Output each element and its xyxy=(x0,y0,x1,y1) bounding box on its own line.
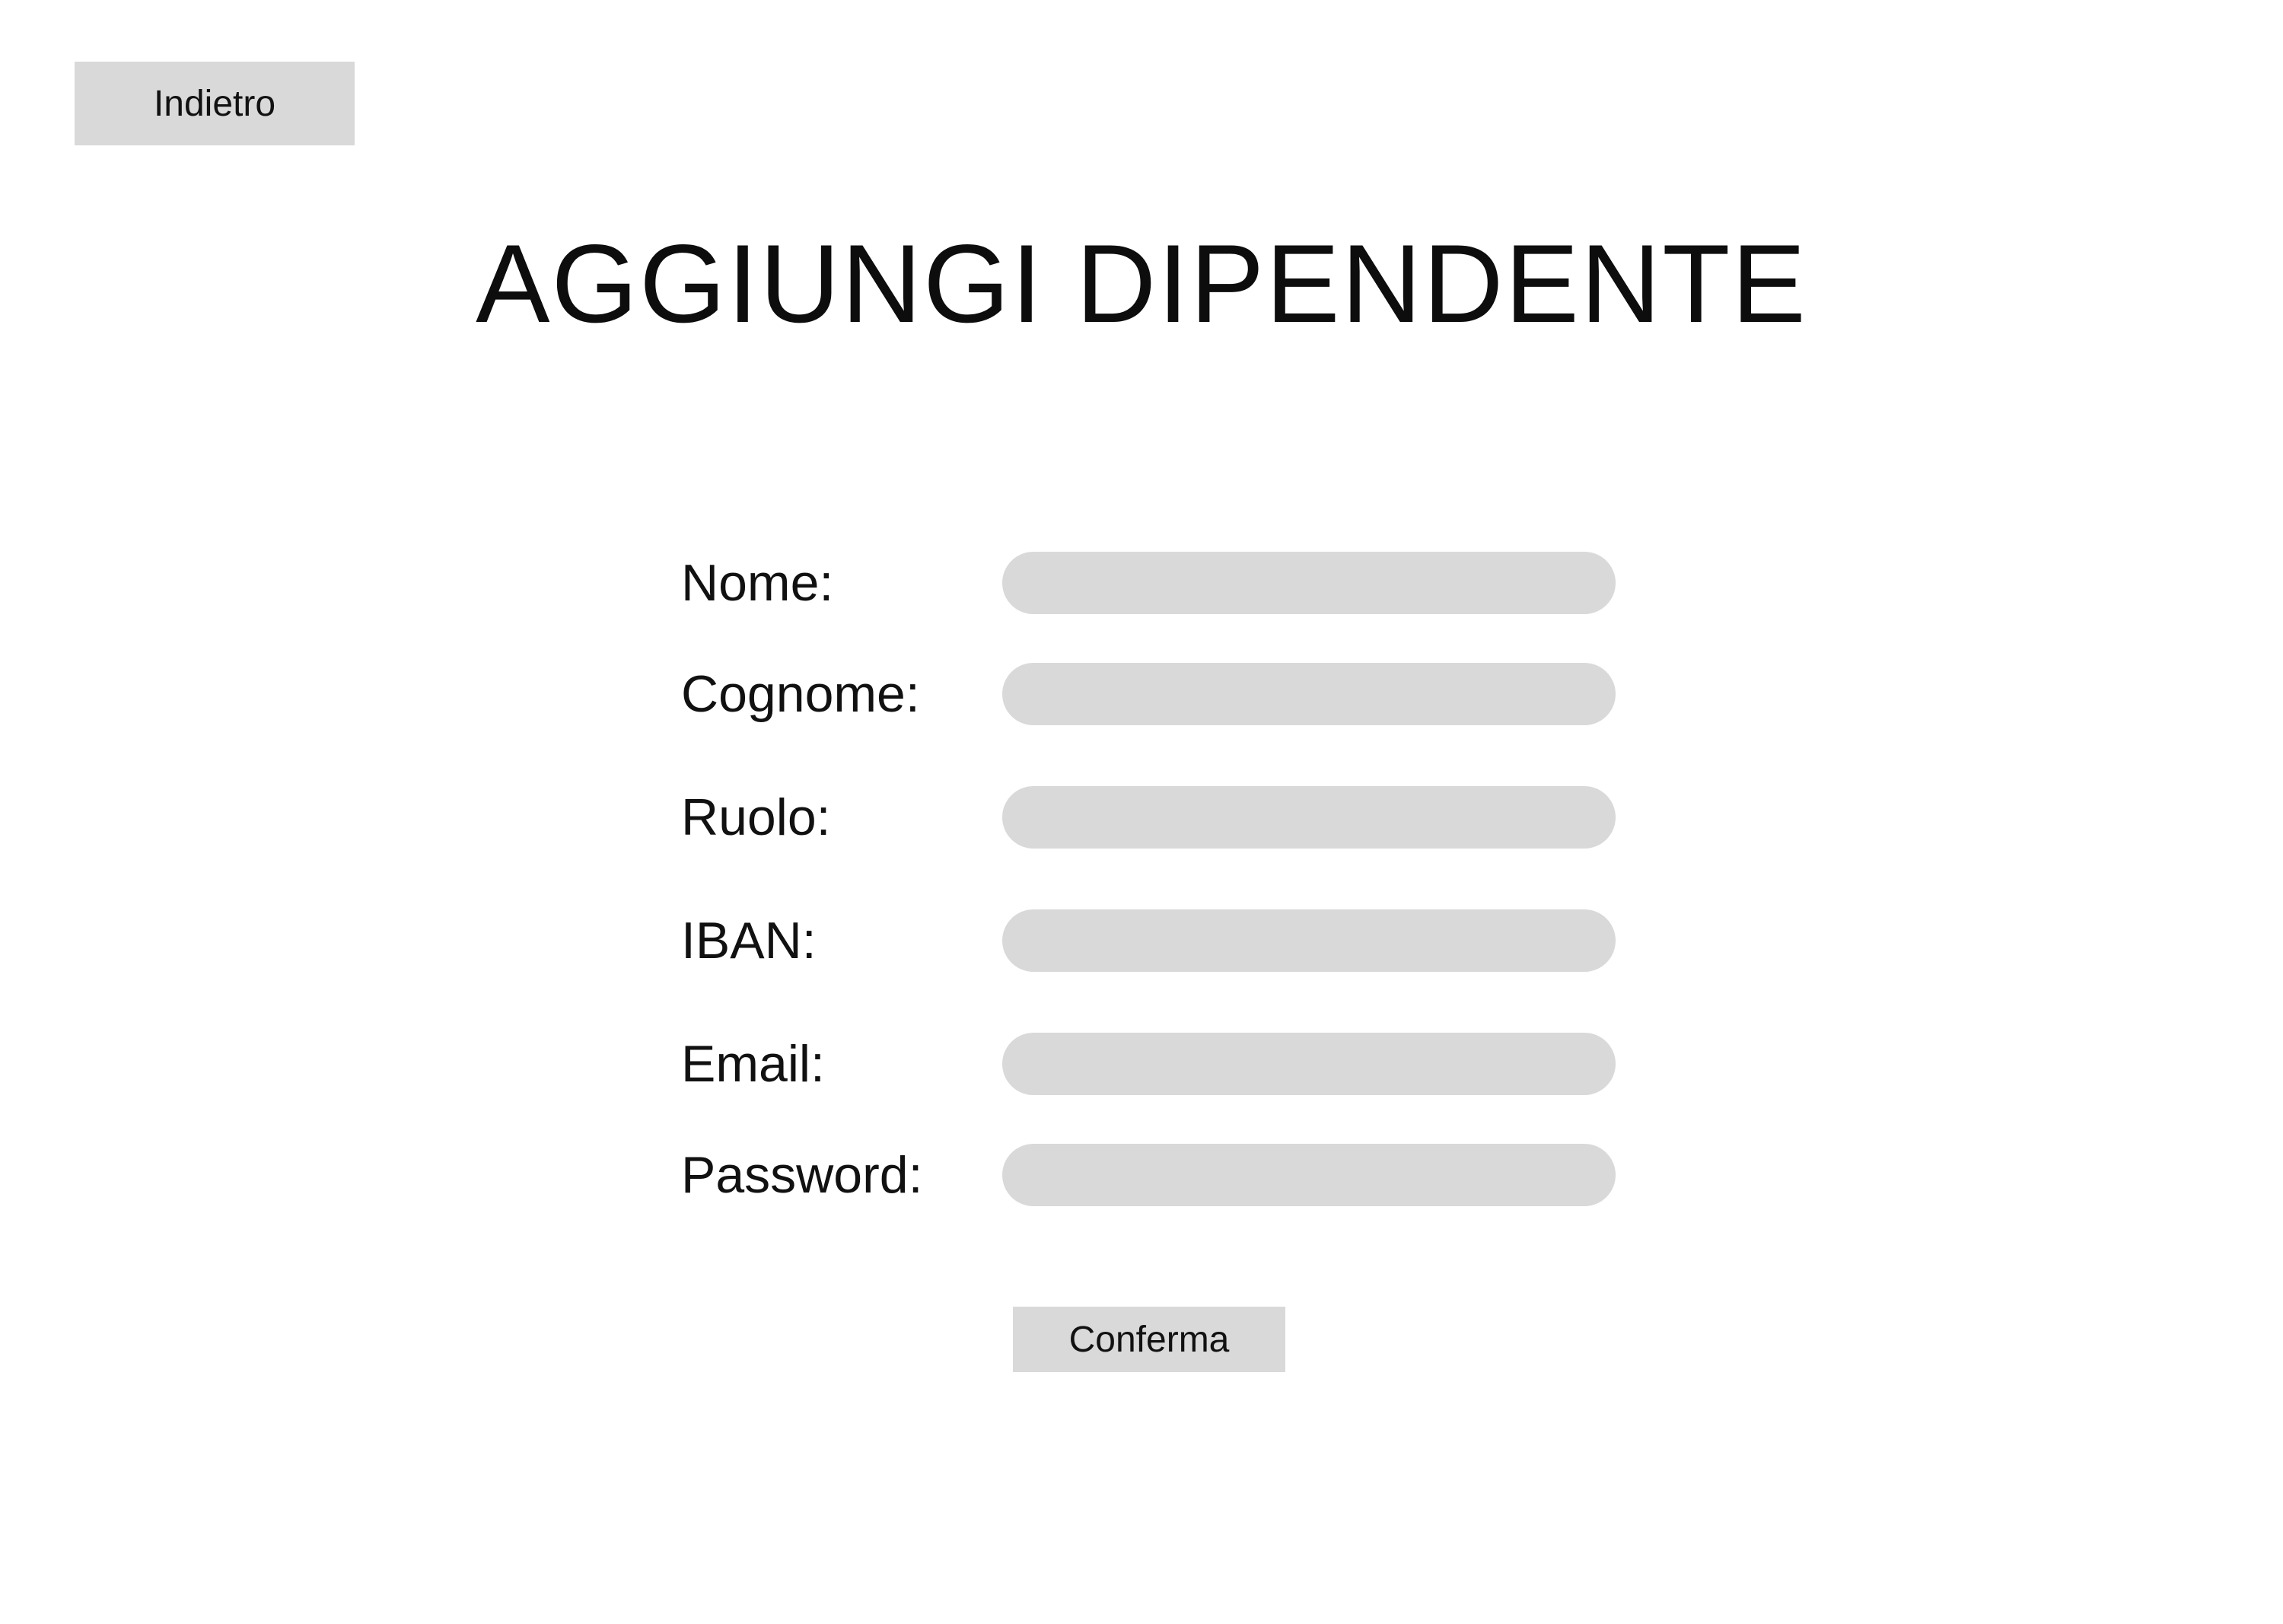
iban-input[interactable] xyxy=(1002,909,1616,972)
role-input[interactable] xyxy=(1002,786,1616,849)
surname-label: Cognome: xyxy=(681,665,920,723)
email-label: Email: xyxy=(681,1035,825,1093)
role-label: Ruolo: xyxy=(681,788,831,846)
password-label: Password: xyxy=(681,1146,923,1204)
password-input[interactable] xyxy=(1002,1144,1616,1206)
surname-input[interactable] xyxy=(1002,663,1616,725)
employee-form: Nome: Cognome: Ruolo: IBAN: Email: Passw… xyxy=(0,0,2283,1624)
name-label: Nome: xyxy=(681,554,834,612)
email-input[interactable] xyxy=(1002,1033,1616,1095)
name-input[interactable] xyxy=(1002,552,1616,614)
confirm-button[interactable]: Conferma xyxy=(1013,1307,1285,1372)
iban-label: IBAN: xyxy=(681,912,817,970)
